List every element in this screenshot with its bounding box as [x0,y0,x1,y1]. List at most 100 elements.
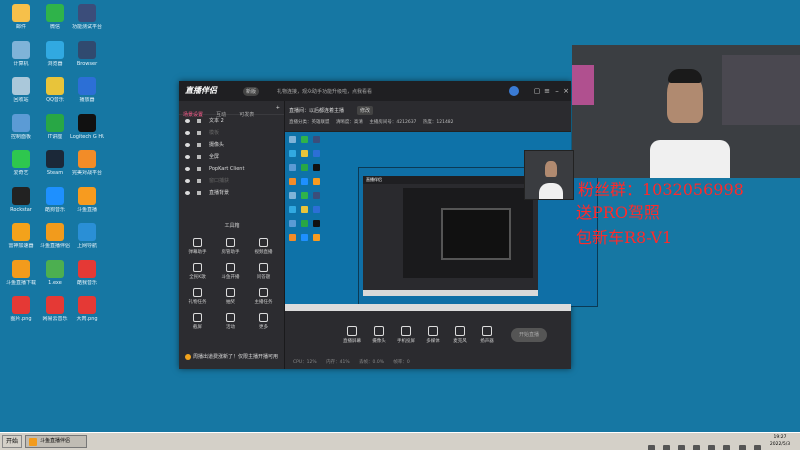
app-icon [46,40,64,59]
tool-icon [193,263,202,272]
desktop-icon[interactable]: 浏览器 [38,40,72,67]
tray-icon-4[interactable] [693,445,701,450]
desktop-icon[interactable]: Steam [38,150,72,176]
notification-icon[interactable] [753,445,761,450]
desktop-icon[interactable]: 爱奇艺 [4,150,38,176]
tool-button[interactable]: 截屏 [181,313,214,337]
tool-button[interactable]: 主播任务 [247,288,280,312]
tool-button[interactable]: 礼物任务 [181,288,214,312]
tool-button[interactable]: 更多 [247,313,280,337]
start-live-button[interactable]: 开始直播 [511,328,547,342]
eye-icon[interactable] [185,119,190,123]
taskbar-item-live-assistant[interactable]: 斗鱼直播伴侣 [25,435,87,448]
lock-icon[interactable] [197,143,201,147]
eye-icon[interactable] [185,191,190,195]
desktop-icon[interactable]: 完美对战平台 [70,150,104,176]
desktop-icon[interactable]: Rockstar [4,186,38,213]
ime-icon[interactable] [738,445,746,450]
source-label: 全屏 [209,154,220,160]
desktop-icon[interactable]: 控制面板 [4,113,38,140]
tool-button[interactable]: 弹幕助手 [181,238,214,262]
source-item[interactable]: 窗口捕获 [179,175,284,187]
desktop-icon[interactable]: IT讲座 [38,113,72,140]
add-scene-icon[interactable]: + [272,101,284,111]
tool-button[interactable]: 抽奖 [214,288,247,312]
desktop-icon[interactable]: 邮件 [4,4,38,30]
lock-icon[interactable] [197,179,201,183]
tray-icon-1[interactable] [648,445,655,450]
room-quality[interactable]: 清晰度：高清 [336,120,363,125]
desktop-icon[interactable]: 播放器 [70,77,104,103]
desktop-icon[interactable]: Logitech G HUB [70,113,104,140]
control-button[interactable]: 扬声器 [472,326,502,344]
webcam-large [572,45,800,178]
control-button[interactable]: 多媒体 [418,326,448,344]
desktop-icon[interactable]: 回收站 [4,77,38,103]
tool-button[interactable]: 房管助手 [214,238,247,262]
desktop-icon[interactable]: 雷神加速器 [4,223,38,249]
desktop-icon[interactable]: 酷我音乐 [70,259,104,286]
title-notice[interactable]: 礼物连接，观众助手功能升级啦，点我看看 [277,88,372,95]
app-logo: 直播伴侣 [185,86,217,95]
start-button[interactable]: 开始 [2,435,22,448]
lock-icon[interactable] [197,119,201,123]
network-icon[interactable] [708,445,716,450]
desktop-icon[interactable]: QQ音乐 [38,77,72,103]
eye-icon[interactable] [185,167,190,171]
desktop-icon[interactable]: Browser [70,40,104,67]
tool-button[interactable]: 斗鱼开播 [214,263,247,287]
eye-icon[interactable] [185,179,190,183]
preview-desktop-icon [289,220,296,227]
control-button[interactable]: 直播屏幕 [337,326,367,344]
lock-icon[interactable] [197,131,201,135]
desktop-icon[interactable]: 微信 [38,4,72,30]
lock-icon[interactable] [197,167,201,171]
bottom-notice[interactable]: 周播出道费涨新了！仅限主播开播可用 [185,353,278,360]
lock-icon[interactable] [197,155,201,159]
desktop-icon[interactable]: 计算机 [4,40,38,67]
tool-button[interactable]: 全民K歌 [181,263,214,287]
eye-icon[interactable] [185,143,190,147]
control-label: 麦克风 [453,339,467,344]
lock-icon[interactable] [197,191,201,195]
desktop-icon-label: 上网导航 [76,243,97,249]
source-item[interactable]: PopKart Client [179,163,284,175]
source-item[interactable]: 直播背景 [179,187,284,199]
desktop-icon[interactable]: 斗鱼直播下载 [4,259,38,286]
app-icon [12,40,30,59]
room-category[interactable]: 直播分类：英雄联盟 [289,120,330,125]
control-button[interactable]: 手机投屏 [391,326,421,344]
volume-icon[interactable] [723,445,731,450]
tool-button[interactable]: 活动 [214,313,247,337]
control-button[interactable]: 麦克风 [445,326,475,344]
version-badge[interactable]: 新版 [243,87,260,96]
tool-button[interactable]: 视频直播 [247,238,280,262]
desktop-icon[interactable]: 图片.png [4,296,38,322]
clock[interactable]: 19:27 2022/5/3 [762,434,798,448]
eye-icon[interactable] [185,155,190,159]
minimize-icon[interactable]: – [553,87,561,95]
eye-icon[interactable] [185,131,190,135]
promo-line-2: 送PRO驾照 [576,203,660,222]
menu-icon[interactable]: ≡ [543,87,551,95]
edit-room-button[interactable]: 修改 [357,106,374,115]
desktop-icon[interactable]: 斗鱼直播伴侣 [38,223,72,249]
close-icon[interactable]: × [562,87,570,95]
source-item[interactable]: 摄像头 [179,139,284,151]
source-item[interactable]: 全屏 [179,151,284,163]
desktop-icon[interactable]: 上网导航 [70,223,104,249]
desktop-icon[interactable]: 网易云音乐 [38,296,72,322]
source-item[interactable]: 模板 [179,127,284,139]
desktop-icon[interactable]: 1.exe [38,259,72,286]
tool-button[interactable]: 问答题 [247,263,280,287]
avatar-icon[interactable] [509,86,519,96]
desktop-icon[interactable]: 酷狗音乐 [38,186,72,213]
source-item[interactable]: 文本 2 [179,115,284,127]
skin-icon[interactable]: ▢ [533,87,541,95]
tray-icon-3[interactable] [678,445,686,450]
tray-icon-2[interactable] [663,445,671,450]
desktop-icon[interactable]: 功能测试平台 [70,4,104,30]
desktop-icon[interactable]: 斗鱼直播 [70,186,104,213]
control-button[interactable]: 摄像头 [364,326,394,344]
desktop-icon[interactable]: 大肉.png [70,296,104,322]
